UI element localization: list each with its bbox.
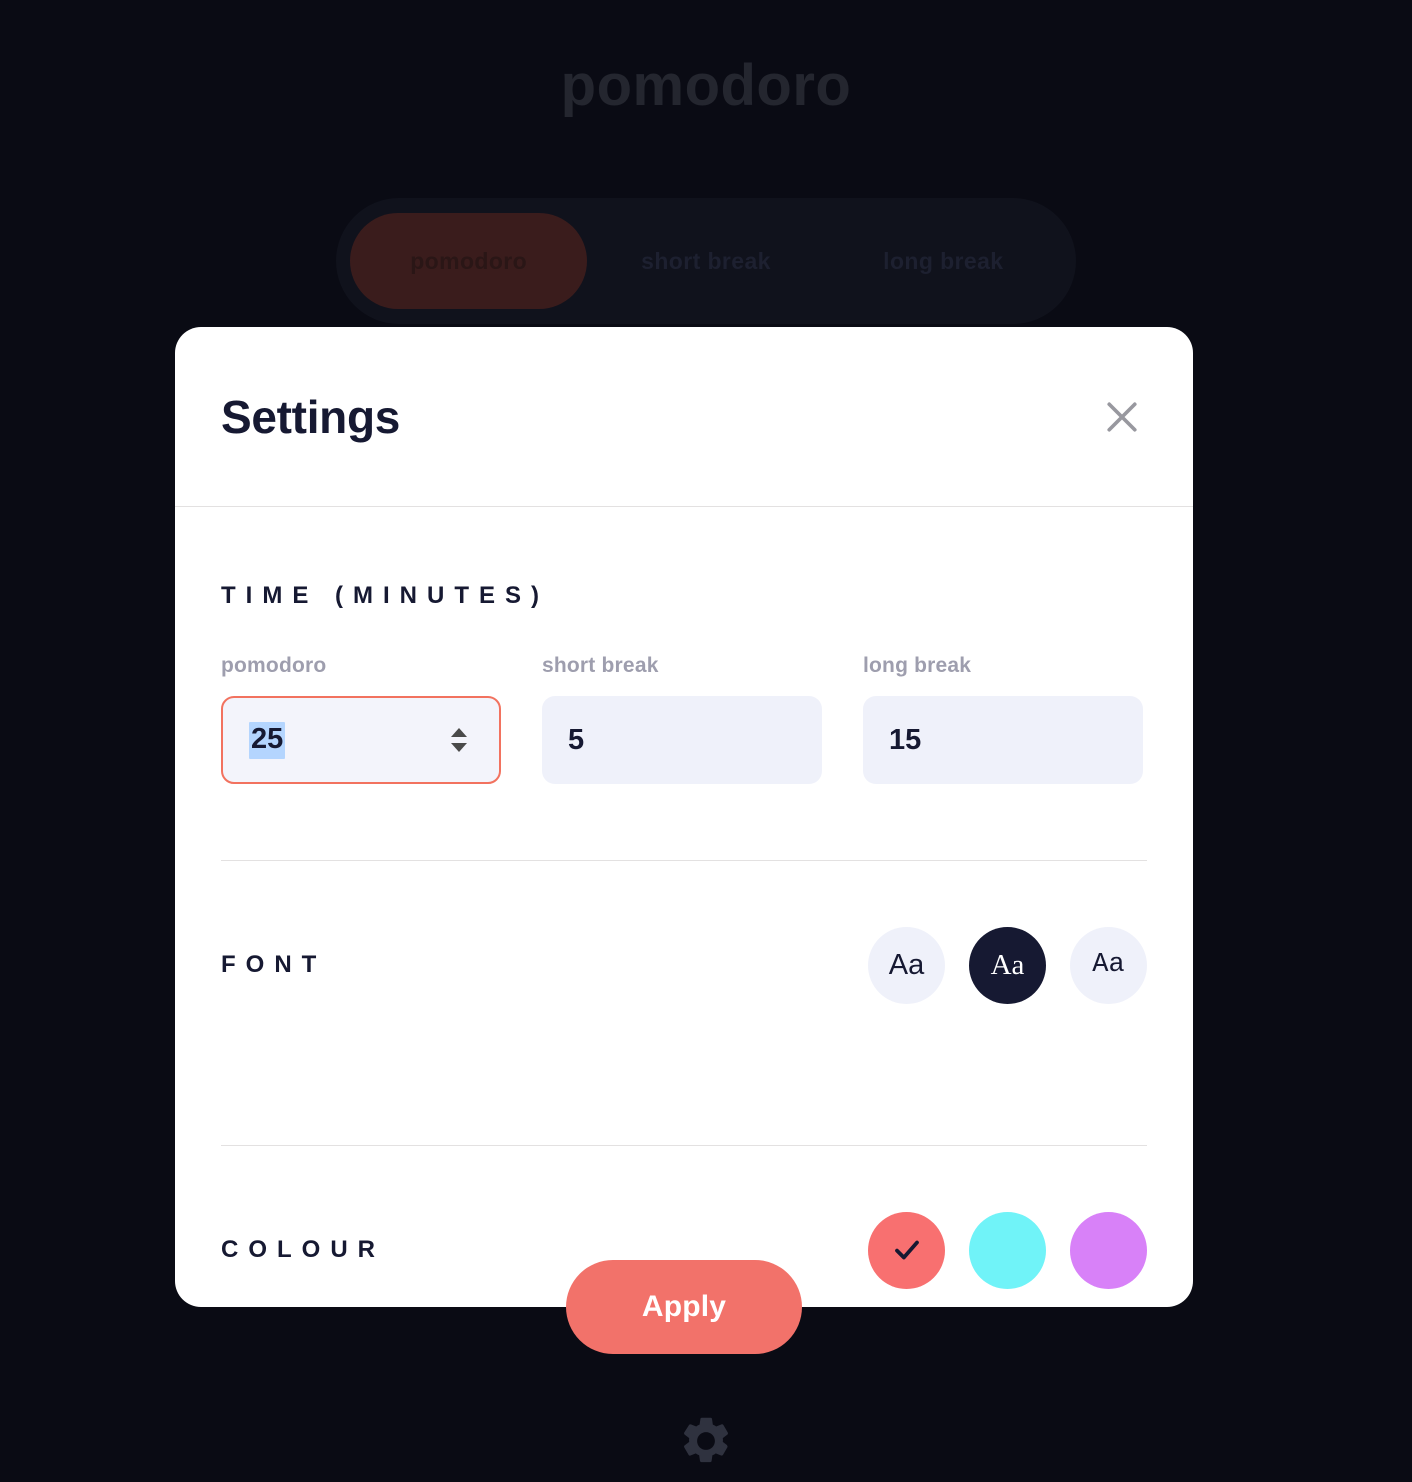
font-section-label: FONT — [221, 951, 327, 978]
long-break-input-value: 15 — [889, 723, 922, 756]
time-section-label: TIME (MINUTES) — [221, 582, 549, 609]
font-section: FONT Aa Aa Aa — [221, 861, 1147, 1069]
tab-pomodoro[interactable]: pomodoro — [350, 213, 588, 309]
colour-option-cyan[interactable] — [969, 1211, 1046, 1289]
apply-button[interactable]: Apply — [566, 1260, 802, 1354]
short-break-input-value: 5 — [568, 723, 585, 756]
short-break-input[interactable]: 5 — [542, 696, 822, 784]
font-option-space-mono[interactable]: Aa — [1070, 926, 1147, 1004]
pomodoro-stepper[interactable] — [451, 728, 467, 752]
colour-option-purple[interactable] — [1070, 1211, 1147, 1289]
pomodoro-time-field: pomodoro 25 — [221, 654, 501, 784]
stepper-down-icon[interactable] — [451, 743, 467, 752]
tab-short-break[interactable]: short break — [587, 213, 824, 309]
modal-header: Settings — [175, 327, 1193, 507]
time-fields-group: pomodoro 25 short break 5 long break 15 — [221, 654, 1147, 784]
page-title: Settings — [221, 390, 401, 443]
colour-option-red[interactable] — [868, 1211, 945, 1289]
font-choices-group: Aa Aa Aa — [868, 926, 1147, 1004]
time-section: TIME (MINUTES) pomodoro 25 short break 5… — [221, 507, 1147, 784]
colour-choices-group — [868, 1211, 1147, 1289]
app-title: pomodoro — [560, 53, 852, 118]
timer-mode-tabbar: pomodoro short break long break — [336, 198, 1076, 324]
font-option-kumbh-sans[interactable]: Aa — [868, 926, 945, 1004]
short-break-time-field: short break 5 — [542, 654, 822, 784]
modal-body: TIME (MINUTES) pomodoro 25 short break 5… — [175, 507, 1193, 1354]
gear-icon[interactable] — [677, 1412, 735, 1470]
tab-long-break[interactable]: long break — [825, 213, 1062, 309]
pomodoro-input[interactable]: 25 — [221, 696, 501, 784]
long-break-time-field: long break 15 — [863, 654, 1143, 784]
pomodoro-field-label: pomodoro — [221, 654, 327, 677]
check-icon — [894, 1240, 919, 1260]
close-icon — [1107, 401, 1137, 432]
long-break-input[interactable]: 15 — [863, 696, 1143, 784]
colour-section-label: COLOUR — [221, 1236, 385, 1263]
close-button[interactable] — [1099, 394, 1145, 440]
pomodoro-input-value: 25 — [249, 721, 286, 759]
pomodoro-app-root: pomodoro pomodoro short break long break… — [0, 0, 1412, 1482]
short-break-field-label: short break — [542, 654, 659, 677]
stepper-up-icon[interactable] — [451, 728, 467, 737]
long-break-field-label: long break — [863, 654, 972, 677]
font-option-roboto-slab[interactable]: Aa — [969, 926, 1046, 1004]
settings-modal: Settings TIME (MINUTES) pomodoro 25 shor… — [175, 327, 1193, 1354]
